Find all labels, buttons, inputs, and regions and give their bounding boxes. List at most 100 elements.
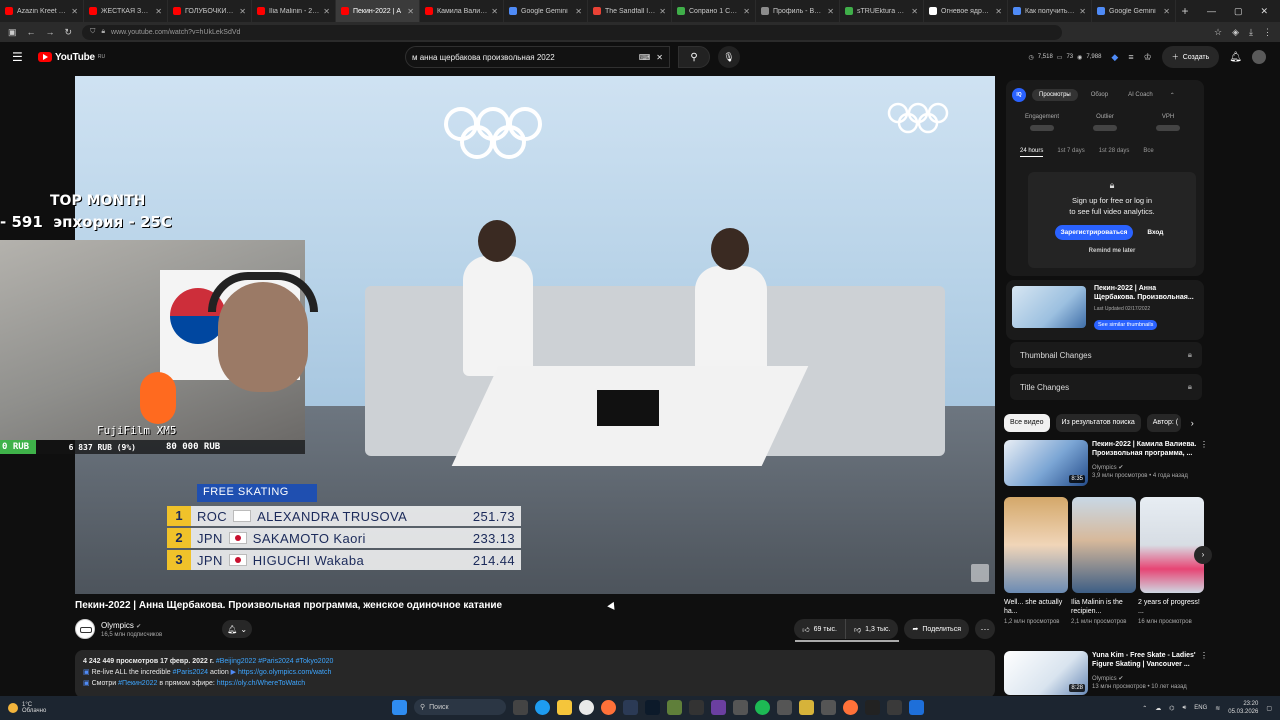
forward-icon[interactable]: → (46, 27, 55, 37)
app-icon[interactable] (821, 699, 836, 715)
notification-center-icon[interactable]: ▢ (1266, 705, 1272, 712)
remind-later-button[interactable]: Remind me later (1028, 248, 1196, 254)
tab-close-icon[interactable]: ✕ (743, 7, 750, 16)
app-icon[interactable] (799, 699, 814, 715)
more-actions-button[interactable]: ⋯ (975, 619, 995, 639)
menu-icon[interactable]: ⋮ (1263, 27, 1272, 38)
extensions-icon[interactable]: ◈ (1232, 27, 1239, 38)
youtube-logo[interactable]: YouTube RU (38, 52, 105, 63)
new-tab-button[interactable]: + (1176, 4, 1194, 18)
cloud-icon[interactable]: ☁ (1155, 705, 1161, 712)
terminal-icon[interactable] (777, 699, 792, 715)
channel-avatar[interactable] (75, 619, 95, 639)
similar-thumbnails-button[interactable]: See similar thumbnails (1094, 320, 1158, 330)
tab-overview[interactable]: Обзор (1084, 89, 1115, 101)
chip-from-search[interactable]: Из результатов поиска (1055, 414, 1141, 432)
browser-tab[interactable]: Камила Валиева. К✕ (420, 0, 504, 22)
tray-chevron-icon[interactable]: ⌃ (1142, 705, 1147, 712)
recommendation-title[interactable]: Пекин-2022 | Камила Валиева. Произвольна… (1092, 440, 1204, 458)
tab-close-icon[interactable]: ✕ (995, 7, 1002, 16)
hashtags[interactable]: #Beijing2022 #Paris2024 #Tokyo2020 (216, 658, 334, 665)
tab-close-icon[interactable]: ✕ (659, 7, 666, 16)
sidebar-toggle-icon[interactable]: ▣ (8, 27, 17, 38)
tab-close-icon[interactable]: ✕ (491, 7, 498, 16)
tab-close-icon[interactable]: ✕ (911, 7, 918, 16)
browser-tab[interactable]: Google Gemini ✕ (1092, 0, 1176, 22)
firefox-icon[interactable] (601, 699, 616, 715)
tab-close-icon[interactable]: ✕ (323, 7, 330, 16)
wifi-icon[interactable]: ≋ (1215, 705, 1220, 712)
browser-tab[interactable]: Как получить и ис ✕ (1008, 0, 1092, 22)
browser-tab[interactable]: Профиль - Battles✕ (756, 0, 840, 22)
obs-icon[interactable] (887, 699, 902, 715)
browser-tab[interactable]: ГОЛУБОЧКИН УНИ ✕ (168, 0, 252, 22)
taskbar-search[interactable]: ⚲ Поиск (414, 699, 506, 715)
more-options-icon[interactable]: ⋮ (1200, 651, 1208, 660)
search-input[interactable]: м анна щербакова произвольная 2022 ⌨ ✕ (405, 46, 670, 68)
tab-close-icon[interactable]: ✕ (1163, 7, 1170, 16)
chip-all-videos[interactable]: Все видео (1004, 414, 1050, 432)
description-link[interactable]: https://oly.ch/WhereToWatch (217, 680, 305, 687)
search-button[interactable]: ⚲ (678, 46, 710, 68)
volume-icon[interactable]: 🔊︎ (1182, 705, 1186, 712)
tab-close-icon[interactable]: ✕ (155, 7, 162, 16)
video-thumbnail[interactable] (1012, 286, 1086, 328)
chevron-right-icon[interactable]: › (1191, 418, 1194, 428)
language-indicator[interactable]: ENG (1194, 705, 1207, 711)
start-icon[interactable] (392, 699, 407, 715)
tab-close-icon[interactable]: ✕ (827, 7, 834, 16)
range-28d[interactable]: 1st 28 days (1099, 148, 1130, 157)
channel-watermark[interactable] (971, 564, 989, 582)
browser-tab[interactable]: The Sandfall Intera ✕ (588, 0, 672, 22)
login-button[interactable]: Вход (1141, 225, 1169, 240)
short-thumbnail[interactable] (1140, 497, 1204, 593)
weather-widget[interactable]: 1°C Облачно (8, 702, 46, 714)
range-24h[interactable]: 24 hours (1020, 148, 1044, 157)
browser-tab[interactable]: Пекин-2022 | А ✕ (336, 0, 420, 22)
spotify-icon[interactable] (755, 699, 770, 715)
tab-close-icon[interactable]: ✕ (239, 7, 246, 16)
browser-tab[interactable]: Сопрано 1 Сезон С ✕ (672, 0, 756, 22)
download-icon[interactable]: ⤓ (1249, 27, 1253, 38)
notifications-icon[interactable]: 🔔︎ (1229, 52, 1242, 63)
range-7d[interactable]: 1st 7 days (1057, 148, 1084, 157)
minecraft-icon[interactable] (667, 699, 682, 715)
recommendation-title[interactable]: Yuna Kim - Free Skate - Ladies' Figure S… (1092, 651, 1204, 669)
browser-tab[interactable]: sTRUEktura Stream ✕ (840, 0, 924, 22)
tab-close-icon[interactable]: ✕ (71, 7, 78, 16)
recommendation-item[interactable]: 8:35 Пекин-2022 | Камила Валиева. Произв… (1004, 440, 1220, 488)
chip-author[interactable]: Автор: ( (1146, 414, 1181, 432)
voice-search-button[interactable]: 🎙︎ (718, 46, 740, 68)
thumbnail-changes-row[interactable]: Thumbnail Changes 🔒︎ (1010, 342, 1202, 368)
short-thumbnail[interactable] (1072, 497, 1136, 593)
recommendation-thumbnail[interactable]: 8:35 (1004, 440, 1088, 486)
tab-close-icon[interactable]: ✕ (575, 7, 582, 16)
clock[interactable]: 23:20 05.03.2026 (1228, 700, 1258, 716)
register-button[interactable]: Зарегистрироваться (1054, 225, 1134, 240)
network-icon[interactable]: ⌬ (1169, 705, 1174, 712)
browser-tab[interactable]: Огневое ядро час✕ (924, 0, 1008, 22)
title-changes-row[interactable]: Title Changes 🔒︎ (1010, 374, 1202, 400)
subscription-bell-button[interactable]: 🔔︎ ⌄ (222, 620, 253, 638)
account-avatar[interactable] (1252, 50, 1266, 64)
url-field[interactable]: ⛉ 🔒︎ www.youtube.com/watch?v=hUkLekSdVd (82, 24, 1063, 40)
recommendation-thumbnail[interactable]: 8:28 (1004, 651, 1088, 695)
maximize-icon[interactable]: ▢ (1234, 6, 1243, 17)
list-icon[interactable]: ≡ (1128, 52, 1133, 62)
edge-icon[interactable] (535, 699, 550, 715)
shorts-next-button[interactable]: › (1194, 546, 1212, 564)
close-window-icon[interactable]: ✕ (1260, 6, 1268, 17)
photoshop-icon[interactable] (645, 699, 660, 715)
hashtag-link[interactable]: #Paris2024 (173, 669, 208, 676)
channel-name[interactable]: Olympics (101, 621, 134, 630)
task-view-icon[interactable] (513, 699, 528, 715)
recommendation-channel[interactable]: Olympics (1092, 465, 1117, 471)
dislike-button[interactable]: 👎︎ 1,3 тыс. (846, 619, 899, 639)
like-button[interactable]: 👍︎ 69 тыс. (794, 619, 846, 639)
short-title[interactable]: Ilia Malinin is the recipien... (1071, 598, 1135, 616)
minimize-icon[interactable]: — (1207, 6, 1216, 17)
app-icon[interactable] (689, 699, 704, 715)
reload-icon[interactable]: ↻ (65, 27, 73, 38)
clear-search-icon[interactable]: ✕ (656, 53, 663, 62)
recommendation-item[interactable]: 8:28 Yuna Kim - Free Skate - Ladies' Fig… (1004, 651, 1220, 695)
